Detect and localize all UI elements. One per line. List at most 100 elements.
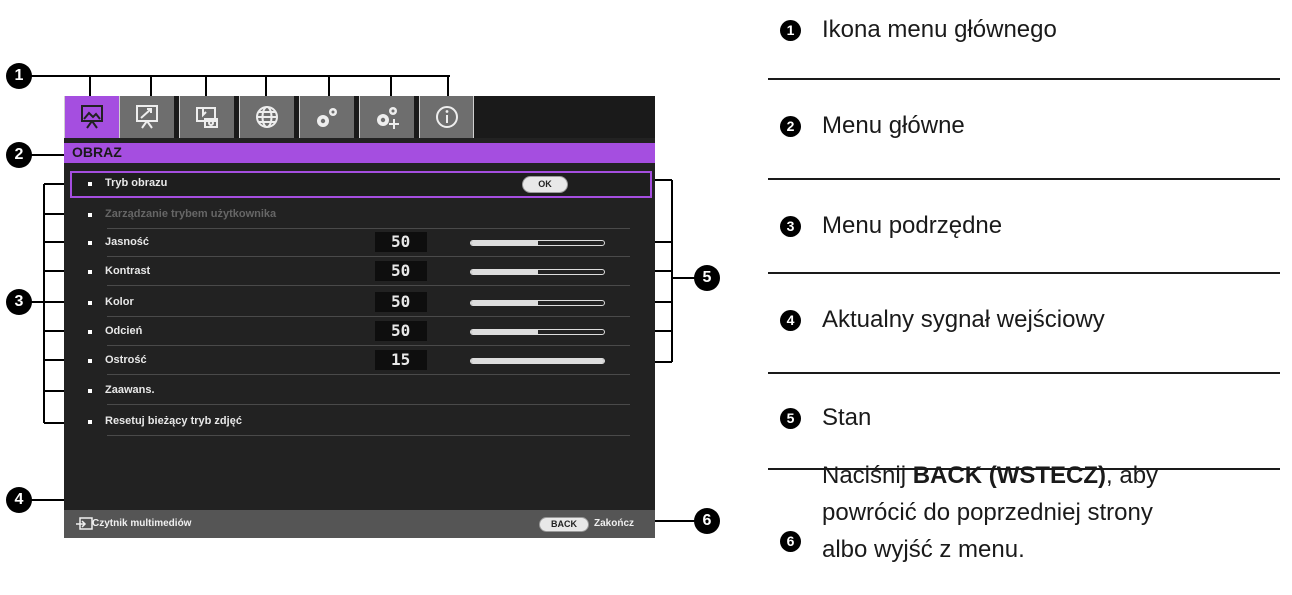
legend-number: 1 [780, 19, 801, 41]
legend-item-6: Naciśnij BACK (WSTECZ), aby powrócić do … [822, 457, 1158, 568]
row-divider [107, 285, 630, 286]
picture-icon [81, 105, 103, 129]
legend-number: 2 [780, 115, 801, 137]
gears-plus-icon [377, 107, 399, 129]
legend-number: 4 [780, 309, 801, 331]
menu-row-contrast[interactable]: Kontrast 50 [70, 259, 652, 286]
back-button[interactable]: BACK [539, 517, 589, 532]
menu-row-reset-picture-mode[interactable]: Resetuj bieżący tryb zdjęć [70, 409, 652, 436]
installation-icon [196, 107, 218, 128]
legend-number: 3 [780, 215, 801, 237]
legend-text: Menu główne [822, 112, 965, 139]
row-divider [107, 435, 630, 436]
slider-fill [471, 301, 538, 305]
legend-text: Aktualny sygnał wejściowy [822, 306, 1105, 333]
slider-fill [471, 241, 538, 245]
row-divider [107, 316, 630, 317]
row-label: Ostrość [105, 354, 147, 366]
row-bullet [88, 420, 92, 424]
manual-figure: OBRAZ Tryb obrazu OK Zarządzanie trybem … [0, 0, 1292, 595]
callout-4: 4 [6, 487, 32, 513]
sharpness-slider[interactable] [470, 358, 605, 364]
input-source-label: Czytnik multimediów [92, 518, 192, 529]
row-label: Kontrast [105, 265, 151, 277]
legend-item-3: 3 Menu podrzędne [780, 212, 1002, 240]
menu-row-sharpness[interactable]: Ostrość 15 [70, 348, 652, 375]
status-bar: Czytnik multimediów BACK Zakończ [64, 510, 655, 538]
callout-1: 1 [6, 63, 32, 89]
menu-title-bar: OBRAZ [64, 143, 655, 163]
menu-row-brightness[interactable]: Jasność 50 [70, 230, 652, 257]
callout-3: 3 [6, 289, 32, 315]
legend-item-4: 4 Aktualny sygnał wejściowy [780, 306, 1105, 334]
row-bullet [88, 330, 92, 334]
tab-basic-settings[interactable] [299, 96, 354, 138]
row-bullet [88, 359, 92, 363]
row-label: Zaawans. [105, 384, 155, 396]
menu-row-color[interactable]: Kolor 50 [70, 290, 652, 317]
row-bullet [88, 182, 92, 186]
row-bullet [88, 301, 92, 305]
row-label: Zarządzanie trybem użytkownika [105, 208, 277, 220]
ok-button[interactable]: OK [522, 176, 568, 193]
tab-picture[interactable] [64, 96, 119, 138]
row-bullet [88, 270, 92, 274]
legend-6-line2: powrócić do poprzedniej strony [822, 499, 1153, 526]
menu-row-picture-mode[interactable]: Tryb obrazu OK [70, 171, 652, 198]
menu-title: OBRAZ [72, 144, 122, 160]
legend-divider [768, 372, 1280, 374]
legend-6-line3: albo wyjść z menu. [822, 536, 1025, 563]
value-display: 50 [375, 232, 427, 252]
legend-item-2: 2 Menu główne [780, 112, 965, 140]
osd-menu-screen: OBRAZ Tryb obrazu OK Zarządzanie trybem … [64, 96, 655, 538]
exit-label: Zakończ [594, 518, 635, 529]
tab-display[interactable] [119, 96, 174, 138]
brightness-slider[interactable] [470, 240, 605, 246]
legend-text: Menu podrzędne [822, 212, 1003, 239]
tab-installation[interactable] [179, 96, 234, 138]
tab-information[interactable] [419, 96, 474, 138]
callout-6: 6 [694, 508, 720, 534]
info-icon [435, 106, 458, 128]
row-bullet [88, 213, 92, 217]
color-slider[interactable] [470, 300, 605, 306]
row-divider [107, 374, 630, 375]
display-icon [136, 105, 158, 129]
value-display: 15 [375, 350, 427, 370]
row-divider [107, 404, 630, 405]
tab-advanced-settings[interactable] [359, 96, 414, 138]
legend-6-post: , aby [1106, 462, 1159, 489]
legend-divider [768, 272, 1280, 274]
row-bullet [88, 241, 92, 245]
menu-row-tint[interactable]: Odcień 50 [70, 319, 652, 346]
legend-item-1: 1 Ikona menu głównego [780, 16, 1057, 44]
gears-icon [317, 108, 337, 127]
slider-fill [471, 330, 538, 334]
row-label: Tryb obrazu [105, 177, 168, 189]
slider-fill [471, 359, 604, 363]
menu-row-user-mode-management[interactable]: Zarządzanie trybem użytkownika [70, 202, 652, 229]
row-divider [107, 345, 630, 346]
legend-divider [768, 78, 1280, 80]
contrast-slider[interactable] [470, 269, 605, 275]
callout-5: 5 [694, 265, 720, 291]
value-display: 50 [375, 321, 427, 341]
value-display: 50 [375, 292, 427, 312]
legend-number: 5 [780, 407, 801, 429]
row-label: Odcień [105, 325, 143, 337]
tab-system-settings[interactable] [239, 96, 294, 138]
legend-6-bold: BACK (WSTECZ) [912, 462, 1107, 489]
row-divider [107, 228, 630, 229]
slider-fill [471, 270, 538, 274]
row-label: Jasność [105, 236, 150, 248]
row-label: Resetuj bieżący tryb zdjęć [105, 415, 242, 427]
row-divider [107, 256, 630, 257]
input-source-icon [76, 517, 93, 530]
menu-row-advanced[interactable]: Zaawans. [70, 378, 652, 405]
row-bullet [88, 389, 92, 393]
tint-slider[interactable] [470, 329, 605, 335]
legend-divider [768, 178, 1280, 180]
row-label: Kolor [105, 296, 134, 308]
callout-2: 2 [6, 142, 32, 168]
legend-6-line1: Naciśnij BACK (WSTECZ), aby [822, 457, 1158, 494]
